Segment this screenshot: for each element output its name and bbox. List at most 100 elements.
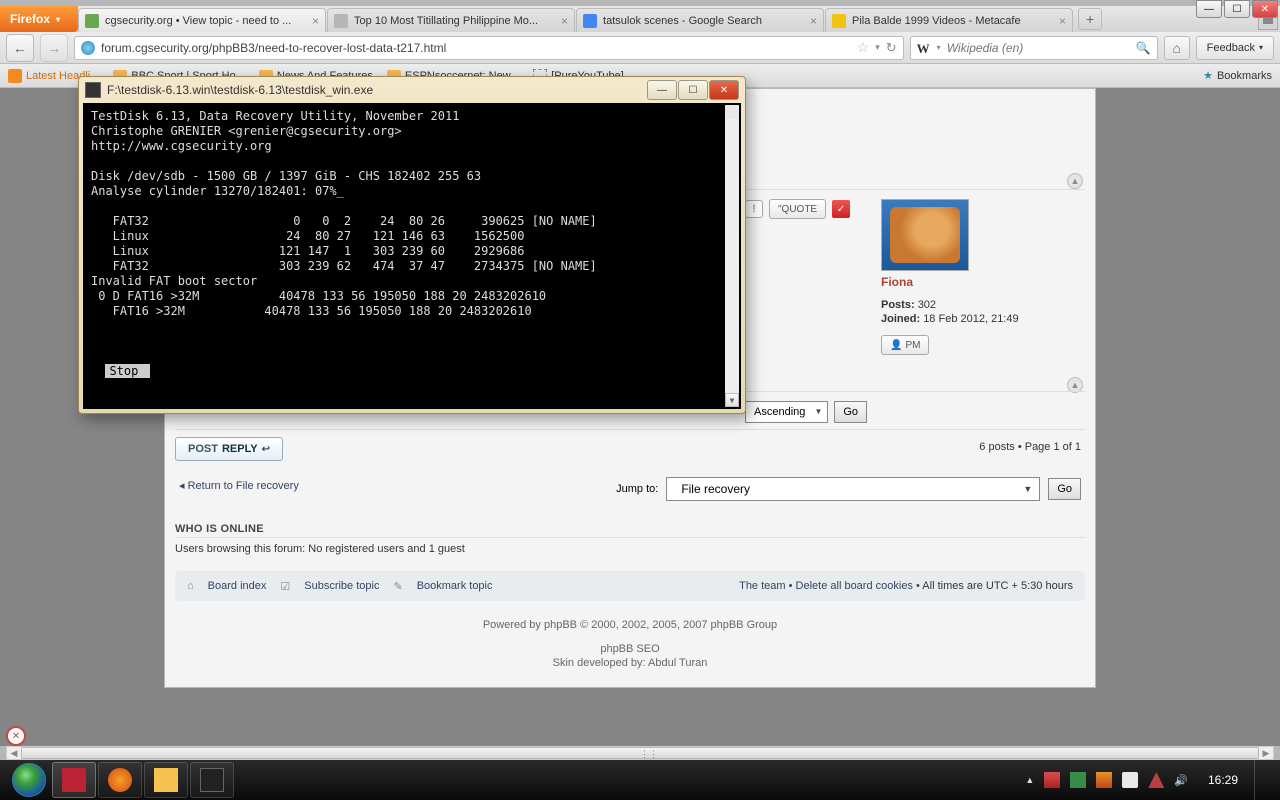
bookmarks-menu[interactable]: ★ Bookmarks bbox=[1203, 69, 1272, 82]
powered-by: Powered by phpBB © 2000, 2002, 2005, 200… bbox=[165, 619, 1095, 631]
horizontal-scrollbar[interactable]: ◀ ⋮⋮ ▶ bbox=[6, 746, 1274, 760]
joined-line: Joined: 18 Feb 2012, 21:49 bbox=[881, 313, 1081, 325]
wikipedia-icon: W bbox=[917, 41, 931, 55]
quote-button[interactable]: "QUOTE bbox=[769, 199, 826, 219]
sort-order-select[interactable]: Ascending bbox=[745, 401, 828, 423]
post-reply-button[interactable]: POSTREPLY ↩ bbox=[175, 437, 283, 461]
username-link[interactable]: Fiona bbox=[881, 275, 1081, 289]
url-bar[interactable]: forum.cgsecurity.org/phpBB3/need-to-reco… bbox=[74, 36, 904, 60]
tab-close-icon[interactable]: × bbox=[810, 14, 817, 28]
cookies-link[interactable]: Delete all board cookies bbox=[796, 580, 913, 592]
skin-credit: Skin developed by: Abdul Turan bbox=[165, 657, 1095, 669]
search-input[interactable] bbox=[947, 41, 1130, 55]
console-output: TestDisk 6.13, Data Recovery Utility, No… bbox=[83, 103, 741, 409]
testdisk-console-window[interactable]: F:\testdisk-6.13.win\testdisk-6.13\testd… bbox=[78, 76, 746, 414]
jump-to-select[interactable]: File recovery bbox=[666, 477, 1040, 501]
checkbox-icon: ☑ bbox=[280, 580, 290, 593]
jump-label: Jump to: bbox=[616, 483, 658, 495]
tray-icon[interactable] bbox=[1148, 772, 1164, 788]
favicon-icon bbox=[583, 14, 597, 28]
new-tab-button[interactable]: + bbox=[1078, 8, 1102, 30]
os-minimize-button[interactable]: — bbox=[1196, 0, 1222, 18]
tray-flag-icon[interactable] bbox=[1122, 772, 1138, 788]
bookmark-icon: ✎ bbox=[393, 580, 402, 593]
browser-tab[interactable]: tatsulok scenes - Google Search × bbox=[576, 8, 824, 32]
tray-icon[interactable] bbox=[1070, 772, 1086, 788]
os-maximize-button[interactable]: ☐ bbox=[1224, 0, 1250, 18]
tray-icon[interactable] bbox=[1044, 772, 1060, 788]
home-icon: ⌂ bbox=[187, 580, 194, 592]
console-title: F:\testdisk-6.13.win\testdisk-6.13\testd… bbox=[107, 83, 641, 97]
scroll-top-icon[interactable]: ▲ bbox=[1067, 173, 1083, 189]
console-stop-button[interactable]: Stop bbox=[105, 364, 150, 378]
show-desktop-button[interactable] bbox=[1254, 760, 1264, 800]
globe-icon bbox=[81, 41, 95, 55]
feedback-button[interactable]: Feedback ▾ bbox=[1196, 36, 1274, 60]
tray-volume-icon[interactable]: 🔊 bbox=[1174, 774, 1188, 787]
taskbar-item[interactable] bbox=[190, 762, 234, 798]
browser-tab[interactable]: Pila Balde 1999 Videos - Metacafe × bbox=[825, 8, 1073, 32]
taskbar-item[interactable] bbox=[52, 762, 96, 798]
person-icon: 👤 bbox=[890, 340, 902, 351]
quote-save-icon[interactable]: ✓ bbox=[832, 200, 850, 218]
firefox-label: Firefox bbox=[10, 12, 50, 26]
scroll-thumb[interactable]: ⋮⋮ bbox=[21, 747, 1259, 759]
nav-forward-button[interactable]: → bbox=[40, 34, 68, 62]
page-count: 6 posts • Page 1 of 1 bbox=[979, 441, 1081, 453]
refresh-icon[interactable]: ↻ bbox=[886, 40, 897, 56]
who-online-heading: WHO IS ONLINE bbox=[175, 523, 264, 535]
subscribe-link[interactable]: Subscribe topic bbox=[304, 580, 379, 592]
scroll-down-icon[interactable]: ▼ bbox=[725, 393, 739, 407]
browser-tab[interactable]: Top 10 Most Titillating Philippine Mo...… bbox=[327, 8, 575, 32]
feedback-label: Feedback bbox=[1207, 42, 1255, 54]
tab-title: cgsecurity.org • View topic - need to ..… bbox=[105, 15, 306, 27]
bookmark-link[interactable]: Bookmark topic bbox=[417, 580, 493, 592]
os-close-button[interactable]: ✕ bbox=[1252, 0, 1278, 18]
jump-go-button[interactable]: Go bbox=[1048, 478, 1081, 500]
taskbar-item[interactable] bbox=[98, 762, 142, 798]
url-text: forum.cgsecurity.org/phpBB3/need-to-reco… bbox=[101, 41, 851, 55]
return-link[interactable]: ◂ Return to File recovery bbox=[179, 479, 299, 492]
console-maximize-button[interactable]: ☐ bbox=[678, 80, 708, 100]
sort-go-button[interactable]: Go bbox=[834, 401, 867, 423]
taskbar-clock[interactable]: 16:29 bbox=[1198, 773, 1238, 787]
tab-close-icon[interactable]: × bbox=[1059, 14, 1066, 28]
console-scrollbar[interactable]: ▲ ▼ bbox=[725, 105, 739, 407]
tab-close-icon[interactable]: × bbox=[312, 14, 319, 28]
taskbar-item[interactable] bbox=[144, 762, 188, 798]
firefox-menu-button[interactable]: Firefox ▾ bbox=[0, 6, 78, 32]
favicon-icon bbox=[85, 14, 99, 28]
forum-footer-bar: ⌂ Board index ☑ Subscribe topic ✎ Bookma… bbox=[175, 571, 1085, 601]
favicon-icon bbox=[832, 14, 846, 28]
tab-title: Top 10 Most Titillating Philippine Mo... bbox=[354, 15, 555, 27]
windows-taskbar: ▲ 🔊 16:29 bbox=[0, 760, 1280, 800]
reply-icon: ↩ bbox=[262, 444, 270, 455]
start-button[interactable] bbox=[8, 760, 50, 800]
phpbb-seo[interactable]: phpBB SEO bbox=[165, 643, 1095, 655]
tab-title: tatsulok scenes - Google Search bbox=[603, 15, 804, 27]
browser-tab[interactable]: cgsecurity.org • View topic - need to ..… bbox=[78, 8, 326, 32]
scroll-right-icon[interactable]: ▶ bbox=[1259, 747, 1273, 759]
stop-loading-icon[interactable]: ✕ bbox=[6, 726, 26, 746]
board-index-link[interactable]: Board index bbox=[208, 580, 267, 592]
console-minimize-button[interactable]: — bbox=[647, 80, 677, 100]
posts-line: Posts: 302 bbox=[881, 299, 1081, 311]
favicon-icon bbox=[334, 14, 348, 28]
console-close-button[interactable]: ✕ bbox=[709, 80, 739, 100]
team-link[interactable]: The team bbox=[739, 580, 785, 592]
search-box[interactable]: W ▾ 🔍 bbox=[910, 36, 1158, 60]
tray-overflow-icon[interactable]: ▲ bbox=[1025, 775, 1034, 785]
url-dropdown-icon[interactable]: ▾ bbox=[875, 42, 880, 53]
bookmark-star-icon[interactable]: ☆ bbox=[857, 39, 870, 56]
rss-icon bbox=[8, 69, 22, 83]
pm-button[interactable]: 👤PM bbox=[881, 335, 929, 355]
search-icon[interactable]: 🔍 bbox=[1136, 41, 1151, 55]
timezone-text: All times are UTC + 5:30 hours bbox=[922, 580, 1073, 592]
scroll-left-icon[interactable]: ◀ bbox=[7, 747, 21, 759]
nav-back-button[interactable]: ← bbox=[6, 34, 34, 62]
dropdown-icon: ▾ bbox=[56, 15, 60, 24]
tab-title: Pila Balde 1999 Videos - Metacafe bbox=[852, 15, 1053, 27]
home-button[interactable]: ⌂ bbox=[1164, 36, 1190, 60]
tray-icon[interactable] bbox=[1096, 772, 1112, 788]
tab-close-icon[interactable]: × bbox=[561, 14, 568, 28]
